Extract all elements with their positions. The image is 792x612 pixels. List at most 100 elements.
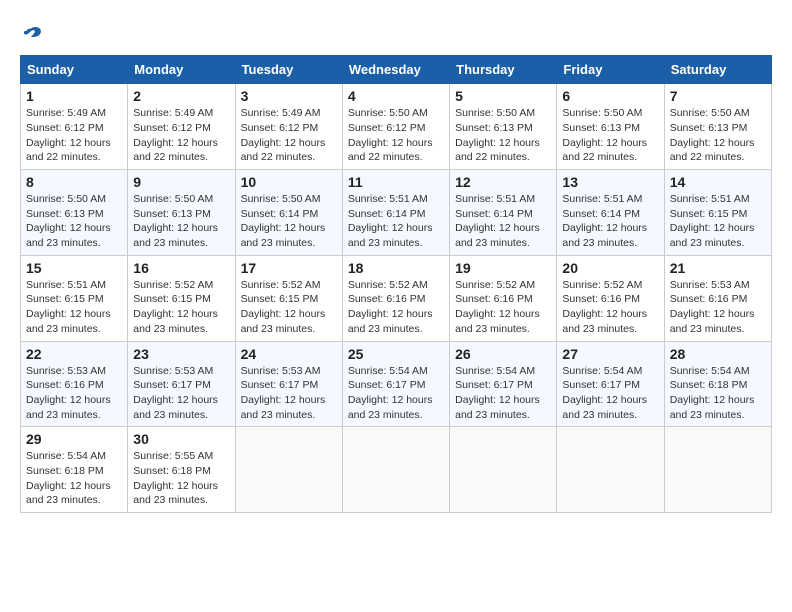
day-info: Sunrise: 5:51 AM Sunset: 6:15 PM Dayligh… <box>670 192 766 251</box>
daylight-label: Daylight: 12 hours and 23 minutes. <box>241 222 326 249</box>
day-number: 23 <box>133 346 229 362</box>
sunset-label: Sunset: 6:13 PM <box>562 122 640 134</box>
calendar-cell: 28 Sunrise: 5:54 AM Sunset: 6:18 PM Dayl… <box>664 341 771 427</box>
sunrise-label: Sunrise: 5:52 AM <box>133 279 213 291</box>
daylight-label: Daylight: 12 hours and 23 minutes. <box>26 308 111 335</box>
sunset-label: Sunset: 6:13 PM <box>133 208 211 220</box>
day-number: 19 <box>455 260 551 276</box>
sunrise-label: Sunrise: 5:53 AM <box>26 365 106 377</box>
sunset-label: Sunset: 6:12 PM <box>241 122 319 134</box>
weekday-header-saturday: Saturday <box>664 56 771 84</box>
calendar-cell: 13 Sunrise: 5:51 AM Sunset: 6:14 PM Dayl… <box>557 170 664 256</box>
weekday-header-sunday: Sunday <box>21 56 128 84</box>
day-info: Sunrise: 5:50 AM Sunset: 6:13 PM Dayligh… <box>133 192 229 251</box>
sunrise-label: Sunrise: 5:53 AM <box>670 279 750 291</box>
sunrise-label: Sunrise: 5:54 AM <box>562 365 642 377</box>
sunset-label: Sunset: 6:17 PM <box>562 379 640 391</box>
daylight-label: Daylight: 12 hours and 23 minutes. <box>26 480 111 507</box>
sunset-label: Sunset: 6:15 PM <box>670 208 748 220</box>
daylight-label: Daylight: 12 hours and 22 minutes. <box>562 137 647 164</box>
sunrise-label: Sunrise: 5:50 AM <box>26 193 106 205</box>
sunset-label: Sunset: 6:18 PM <box>670 379 748 391</box>
day-number: 21 <box>670 260 766 276</box>
day-number: 30 <box>133 431 229 447</box>
calendar-table: SundayMondayTuesdayWednesdayThursdayFrid… <box>20 55 772 513</box>
calendar-week-row: 1 Sunrise: 5:49 AM Sunset: 6:12 PM Dayli… <box>21 84 772 170</box>
daylight-label: Daylight: 12 hours and 22 minutes. <box>455 137 540 164</box>
calendar-week-row: 15 Sunrise: 5:51 AM Sunset: 6:15 PM Dayl… <box>21 255 772 341</box>
sunset-label: Sunset: 6:17 PM <box>133 379 211 391</box>
sunset-label: Sunset: 6:14 PM <box>455 208 533 220</box>
sunrise-label: Sunrise: 5:51 AM <box>562 193 642 205</box>
sunset-label: Sunset: 6:16 PM <box>562 293 640 305</box>
day-number: 10 <box>241 174 337 190</box>
sunrise-label: Sunrise: 5:54 AM <box>455 365 535 377</box>
calendar-cell: 5 Sunrise: 5:50 AM Sunset: 6:13 PM Dayli… <box>450 84 557 170</box>
day-info: Sunrise: 5:49 AM Sunset: 6:12 PM Dayligh… <box>241 106 337 165</box>
calendar-cell: 21 Sunrise: 5:53 AM Sunset: 6:16 PM Dayl… <box>664 255 771 341</box>
day-number: 12 <box>455 174 551 190</box>
sunset-label: Sunset: 6:14 PM <box>562 208 640 220</box>
daylight-label: Daylight: 12 hours and 23 minutes. <box>241 394 326 421</box>
day-number: 11 <box>348 174 444 190</box>
weekday-header-tuesday: Tuesday <box>235 56 342 84</box>
calendar-cell: 2 Sunrise: 5:49 AM Sunset: 6:12 PM Dayli… <box>128 84 235 170</box>
daylight-label: Daylight: 12 hours and 23 minutes. <box>133 222 218 249</box>
daylight-label: Daylight: 12 hours and 22 minutes. <box>133 137 218 164</box>
day-info: Sunrise: 5:51 AM Sunset: 6:14 PM Dayligh… <box>562 192 658 251</box>
day-info: Sunrise: 5:53 AM Sunset: 6:16 PM Dayligh… <box>26 364 122 423</box>
calendar-week-row: 8 Sunrise: 5:50 AM Sunset: 6:13 PM Dayli… <box>21 170 772 256</box>
calendar-cell: 8 Sunrise: 5:50 AM Sunset: 6:13 PM Dayli… <box>21 170 128 256</box>
day-number: 17 <box>241 260 337 276</box>
sunset-label: Sunset: 6:18 PM <box>26 465 104 477</box>
sunrise-label: Sunrise: 5:49 AM <box>26 107 106 119</box>
calendar-cell: 3 Sunrise: 5:49 AM Sunset: 6:12 PM Dayli… <box>235 84 342 170</box>
calendar-cell: 18 Sunrise: 5:52 AM Sunset: 6:16 PM Dayl… <box>342 255 449 341</box>
calendar-cell: 26 Sunrise: 5:54 AM Sunset: 6:17 PM Dayl… <box>450 341 557 427</box>
day-info: Sunrise: 5:52 AM Sunset: 6:16 PM Dayligh… <box>348 278 444 337</box>
sunset-label: Sunset: 6:15 PM <box>133 293 211 305</box>
sunrise-label: Sunrise: 5:52 AM <box>241 279 321 291</box>
day-info: Sunrise: 5:54 AM Sunset: 6:18 PM Dayligh… <box>670 364 766 423</box>
sunset-label: Sunset: 6:15 PM <box>26 293 104 305</box>
sunrise-label: Sunrise: 5:51 AM <box>26 279 106 291</box>
day-number: 27 <box>562 346 658 362</box>
day-number: 1 <box>26 88 122 104</box>
day-info: Sunrise: 5:50 AM Sunset: 6:13 PM Dayligh… <box>455 106 551 165</box>
daylight-label: Daylight: 12 hours and 23 minutes. <box>562 394 647 421</box>
daylight-label: Daylight: 12 hours and 23 minutes. <box>348 394 433 421</box>
daylight-label: Daylight: 12 hours and 23 minutes. <box>455 308 540 335</box>
daylight-label: Daylight: 12 hours and 22 minutes. <box>26 137 111 164</box>
day-info: Sunrise: 5:50 AM Sunset: 6:13 PM Dayligh… <box>670 106 766 165</box>
weekday-header-monday: Monday <box>128 56 235 84</box>
day-info: Sunrise: 5:50 AM Sunset: 6:13 PM Dayligh… <box>562 106 658 165</box>
day-number: 5 <box>455 88 551 104</box>
sunrise-label: Sunrise: 5:50 AM <box>455 107 535 119</box>
day-info: Sunrise: 5:52 AM Sunset: 6:15 PM Dayligh… <box>241 278 337 337</box>
sunset-label: Sunset: 6:18 PM <box>133 465 211 477</box>
daylight-label: Daylight: 12 hours and 23 minutes. <box>26 222 111 249</box>
sunrise-label: Sunrise: 5:53 AM <box>133 365 213 377</box>
logo <box>20 20 42 45</box>
day-number: 22 <box>26 346 122 362</box>
sunset-label: Sunset: 6:12 PM <box>133 122 211 134</box>
sunset-label: Sunset: 6:16 PM <box>455 293 533 305</box>
day-number: 3 <box>241 88 337 104</box>
day-number: 2 <box>133 88 229 104</box>
daylight-label: Daylight: 12 hours and 23 minutes. <box>241 308 326 335</box>
logo-bird-icon <box>20 24 42 44</box>
day-number: 13 <box>562 174 658 190</box>
calendar-cell: 22 Sunrise: 5:53 AM Sunset: 6:16 PM Dayl… <box>21 341 128 427</box>
day-info: Sunrise: 5:52 AM Sunset: 6:15 PM Dayligh… <box>133 278 229 337</box>
calendar-cell: 29 Sunrise: 5:54 AM Sunset: 6:18 PM Dayl… <box>21 427 128 513</box>
day-number: 9 <box>133 174 229 190</box>
sunset-label: Sunset: 6:16 PM <box>348 293 426 305</box>
calendar-cell: 23 Sunrise: 5:53 AM Sunset: 6:17 PM Dayl… <box>128 341 235 427</box>
day-info: Sunrise: 5:54 AM Sunset: 6:17 PM Dayligh… <box>348 364 444 423</box>
day-number: 28 <box>670 346 766 362</box>
sunrise-label: Sunrise: 5:52 AM <box>348 279 428 291</box>
daylight-label: Daylight: 12 hours and 23 minutes. <box>670 308 755 335</box>
calendar-week-row: 29 Sunrise: 5:54 AM Sunset: 6:18 PM Dayl… <box>21 427 772 513</box>
day-number: 4 <box>348 88 444 104</box>
day-info: Sunrise: 5:54 AM Sunset: 6:18 PM Dayligh… <box>26 449 122 508</box>
